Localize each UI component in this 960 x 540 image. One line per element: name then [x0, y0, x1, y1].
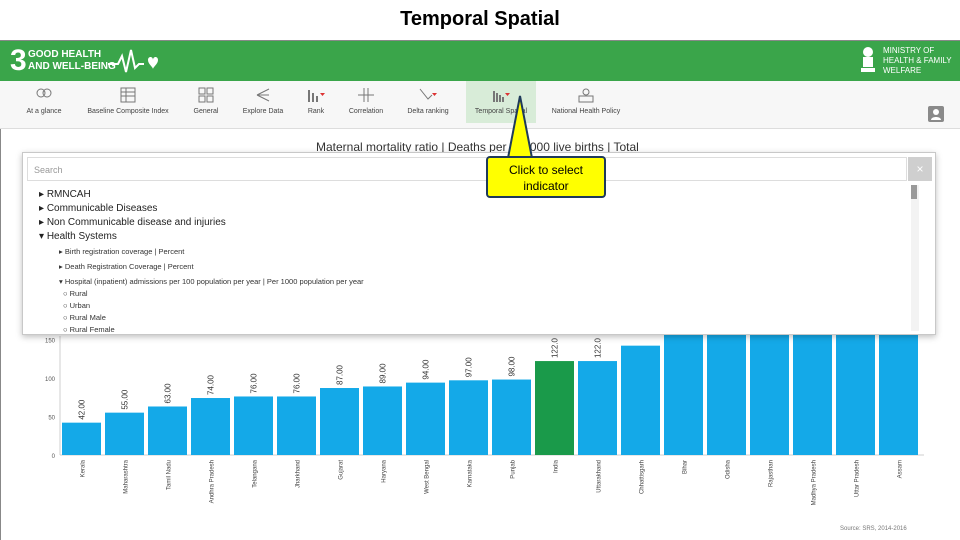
bar[interactable]	[707, 320, 746, 455]
tree-label: Rural Male	[69, 313, 106, 322]
tree-item-death-registration[interactable]: ▸ Death Registration Coverage | Percent	[59, 262, 194, 271]
category-label: Rajasthan	[769, 460, 775, 487]
value-label: 97.00	[465, 357, 474, 378]
value-label: 87.00	[336, 364, 345, 385]
search-input[interactable]: Search	[27, 157, 907, 181]
tree-label: Hospital (inpatient) admissions per 100 …	[64, 277, 364, 286]
tree-item-rural-male[interactable]: ○ Rural Male	[63, 313, 106, 322]
category-label: Uttarakhand	[597, 460, 603, 493]
category-label: Telangana	[253, 459, 259, 487]
category-label: Uttar Pradesh	[855, 460, 861, 497]
tree-label: Rural	[69, 289, 88, 298]
bar[interactable]	[363, 386, 402, 455]
tree-label: Non Communicable disease and injuries	[46, 217, 226, 228]
category-label: Kerala	[81, 459, 87, 477]
category-label: Jharkhand	[296, 460, 302, 488]
category-label: Andhra Pradesh	[210, 460, 216, 503]
category-label: Maharashtra	[124, 459, 130, 493]
tree-item-birth-registration[interactable]: ▸ Birth registration coverage | Percent	[59, 247, 184, 256]
value-label: 42.00	[78, 399, 87, 420]
category-label: Bihar	[683, 460, 689, 474]
value-label: 63.00	[164, 383, 173, 404]
tree-item-rmncah[interactable]: ▸ RMNCAH	[39, 189, 91, 200]
callout-tooltip: Click to select indicator	[486, 156, 606, 198]
bar[interactable]	[750, 316, 789, 455]
tree-label: Urban	[69, 301, 91, 310]
category-label: Assam	[898, 460, 904, 478]
bar[interactable]	[277, 396, 316, 455]
bar[interactable]	[320, 388, 359, 455]
bar[interactable]	[578, 361, 617, 455]
category-label: India	[554, 459, 560, 473]
category-label: Karnataka	[468, 459, 474, 487]
bar[interactable]	[492, 379, 531, 455]
tree-item-rural[interactable]: ○ Rural	[63, 289, 88, 298]
close-button[interactable]: ×	[908, 157, 932, 181]
category-label: Chhattisgarh	[640, 460, 646, 494]
callout-line-1: Click to select	[508, 163, 584, 177]
value-label: 122.0	[551, 337, 560, 358]
value-label: 55.00	[121, 389, 130, 410]
tree-label: Birth registration coverage | Percent	[64, 247, 185, 256]
category-label: Madhya Pradesh	[812, 460, 818, 505]
bar[interactable]	[105, 412, 144, 455]
bar[interactable]	[234, 396, 273, 455]
bar[interactable]	[406, 382, 445, 455]
tree-item-ncd[interactable]: ▸ Non Communicable disease and injuries	[39, 217, 226, 228]
category-label: Tamil Nadu	[167, 460, 173, 490]
tree-item-hospital-admissions[interactable]: ▾ Hospital (inpatient) admissions per 10…	[59, 277, 364, 286]
callout-line-2: indicator	[523, 179, 569, 193]
scrollbar-thumb[interactable]	[911, 185, 917, 199]
scrollbar-track[interactable]	[911, 185, 919, 331]
value-label: 94.00	[422, 359, 431, 380]
bar[interactable]	[449, 380, 488, 455]
category-label: Punjab	[511, 459, 517, 478]
value-label: 89.00	[379, 363, 388, 384]
category-label: Haryana	[382, 459, 388, 482]
y-tick-label: 50	[48, 416, 55, 422]
bar[interactable]	[62, 422, 101, 455]
y-tick-label: 0	[52, 454, 56, 460]
indicator-tree: ▸ RMNCAH ▸ Communicable Diseases ▸ Non C…	[23, 187, 909, 333]
tree-label: Death Registration Coverage | Percent	[64, 262, 194, 271]
tree-item-urban[interactable]: ○ Urban	[63, 301, 90, 310]
tree-item-rural-female[interactable]: ○ Rural Female	[63, 325, 115, 333]
indicator-dropdown: Search × ▸ RMNCAH ▸ Communicable Disease…	[22, 152, 936, 335]
value-label: 74.00	[207, 374, 216, 395]
bar[interactable]	[664, 327, 703, 455]
tree-label: Rural Female	[69, 325, 115, 333]
category-label: Odisha	[726, 459, 732, 479]
y-tick-label: 150	[45, 339, 56, 345]
bar[interactable]	[148, 406, 187, 455]
tree-item-communicable[interactable]: ▸ Communicable Diseases	[39, 203, 157, 214]
value-label: 76.00	[293, 373, 302, 394]
value-label: 76.00	[250, 373, 259, 394]
chart-source: Source: SRS, 2014-2016	[840, 526, 907, 532]
value-label: 98.00	[508, 356, 517, 377]
value-label: 122.0	[594, 337, 603, 358]
tree-item-health-systems[interactable]: ▾ Health Systems	[39, 231, 117, 242]
tree-label: Health Systems	[46, 231, 117, 242]
category-label: West Bengal	[425, 460, 431, 494]
category-label: Gujarat	[339, 460, 345, 480]
bar[interactable]	[535, 361, 574, 455]
tree-label: Communicable Diseases	[46, 203, 158, 214]
y-tick-label: 100	[45, 377, 56, 383]
tree-label: RMNCAH	[46, 189, 91, 200]
bar[interactable]	[191, 398, 230, 455]
bar[interactable]	[621, 345, 660, 455]
